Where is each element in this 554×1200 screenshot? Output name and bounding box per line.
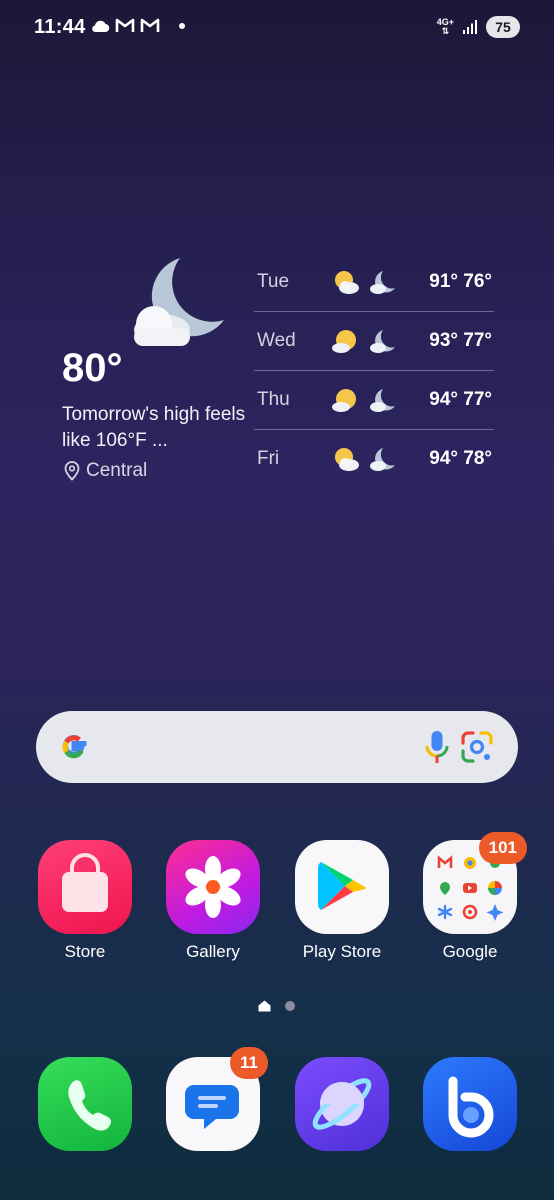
current-temperature: 80° <box>62 346 123 390</box>
moon-cloud-icon <box>370 389 395 412</box>
play-store-icon <box>295 840 389 934</box>
forecast-day: Fri <box>257 448 280 469</box>
google-lens-icon[interactable] <box>459 729 495 765</box>
dock-internet[interactable] <box>282 1057 402 1151</box>
gmail-icon <box>140 18 160 32</box>
forecast-row-thu: Thu 94° 77° <box>254 371 494 430</box>
partly-cloudy-sun-icon <box>335 271 359 294</box>
forecast-temps: 94° 78° <box>429 448 492 469</box>
status-time: 11:44 <box>34 16 86 38</box>
partly-cloudy-sun-icon <box>335 448 359 471</box>
forecast-temps: 94° 77° <box>429 389 492 410</box>
signal-icon <box>463 20 477 34</box>
app-label: Store <box>64 942 106 961</box>
moon-cloud-icon <box>370 330 395 353</box>
dock-messages[interactable]: 11 <box>153 1047 273 1151</box>
weather-description: Tomorrow's high feels like 106°F ... <box>62 404 246 451</box>
gmail-icon <box>115 18 135 32</box>
moon-cloud-icon <box>134 258 224 346</box>
network-type: 4G+ ⇅ <box>436 17 454 36</box>
location-pin-icon <box>64 461 80 481</box>
internet-browser-icon <box>295 1057 389 1151</box>
app-store[interactable]: Store <box>25 840 145 962</box>
dot-icon <box>179 22 185 29</box>
dock-phone[interactable] <box>25 1057 145 1151</box>
sun-cloud-icon <box>332 330 356 353</box>
app-label: Google <box>442 942 498 961</box>
forecast-row-wed: Wed 93° 77° <box>254 312 494 371</box>
google-search-bar[interactable] <box>36 711 518 783</box>
store-bag-icon <box>38 840 132 934</box>
weather-location: Central <box>64 460 147 482</box>
app-label: Gallery <box>186 942 240 961</box>
moon-cloud-icon <box>370 271 395 294</box>
notification-icons <box>90 18 185 33</box>
forecast-temps: 93° 77° <box>429 330 492 351</box>
forecast-row-tue: Tue 91° 76° <box>254 253 494 312</box>
home-page-icon[interactable] <box>258 1000 271 1012</box>
weather-forecast[interactable]: Tue 91° 76° Wed 93° 77° Thu 94° 77° Fri … <box>254 253 494 488</box>
battery-indicator: 75 <box>486 16 520 38</box>
page-indicator[interactable] <box>258 1000 295 1012</box>
location-name: Central <box>86 460 148 481</box>
google-folder-icon: 101 <box>423 832 527 934</box>
moon-cloud-icon <box>370 448 395 471</box>
gallery-flower-icon <box>166 840 260 934</box>
data-arrows-icon: ⇅ <box>441 26 450 36</box>
phone-icon <box>38 1057 132 1151</box>
bixby-icon <box>423 1057 517 1151</box>
app-google-folder[interactable]: 101 Google <box>410 832 530 962</box>
cloud-icon <box>92 20 110 32</box>
app-gallery[interactable]: Gallery <box>153 840 273 962</box>
page-dot[interactable] <box>285 1001 295 1011</box>
status-right: 4G+ ⇅ 75 <box>437 16 520 38</box>
app-label: Play Store <box>302 942 382 961</box>
dock-bixby[interactable] <box>410 1057 530 1151</box>
microphone-icon[interactable] <box>423 729 451 765</box>
notification-badge: 11 <box>230 1047 268 1079</box>
forecast-day: Tue <box>257 271 290 292</box>
sun-cloud-icon <box>332 389 356 412</box>
notification-badge: 101 <box>478 832 527 864</box>
forecast-temps: 91° 76° <box>429 271 492 292</box>
forecast-day: Wed <box>257 330 296 351</box>
forecast-row-fri: Fri 94° 78° <box>254 430 494 488</box>
google-g-icon <box>62 735 87 759</box>
app-play-store[interactable]: Play Store <box>282 840 402 962</box>
forecast-day: Thu <box>257 389 290 410</box>
messages-icon: 11 <box>166 1047 268 1151</box>
status-bar[interactable]: 11:44 4G+ ⇅ 75 <box>0 0 554 58</box>
